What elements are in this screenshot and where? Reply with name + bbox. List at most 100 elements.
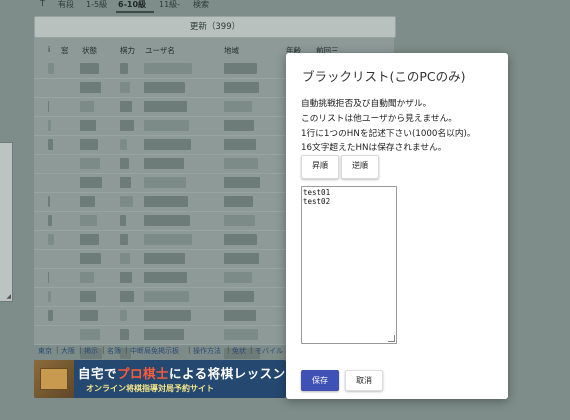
blurred-cell (224, 82, 259, 93)
blurred-cell (48, 139, 53, 150)
list-item: test02 (303, 197, 331, 206)
blacklist-dialog: ブラックリスト(このPCのみ) 自動挑戦拒否及び自動聞かザル。 このリストは他ユ… (286, 53, 508, 399)
separator: | (56, 346, 59, 354)
blurred-cell (224, 272, 252, 283)
header-region[interactable]: 地域 (224, 45, 239, 56)
footer-link[interactable]: 中断局免掲示板 (130, 346, 179, 356)
blurred-cell (120, 101, 132, 112)
blurred-cell (80, 177, 102, 188)
separator: | (188, 346, 191, 354)
blurred-cell (224, 63, 257, 74)
blurred-cell (224, 329, 258, 340)
blurred-cell (144, 253, 185, 264)
tab-search[interactable]: 検索 (193, 0, 209, 10)
footer-link[interactable]: 操作方法 (193, 346, 221, 356)
blurred-cell (80, 291, 96, 302)
blurred-cell (224, 253, 259, 264)
blurred-cell (80, 82, 101, 93)
blurred-cell (48, 310, 53, 321)
blurred-cell (120, 310, 127, 321)
blurred-cell (144, 310, 191, 321)
separator: | (79, 346, 82, 354)
blurred-cell (80, 215, 97, 226)
blurred-cell (48, 120, 51, 131)
blurred-cell (48, 196, 50, 207)
footer-link[interactable]: 掲示 (84, 346, 98, 356)
dialog-title: ブラックリスト(このPCのみ) (302, 69, 466, 84)
footer-link[interactable]: 免状 (232, 346, 246, 356)
blurred-cell (144, 196, 188, 207)
separator: | (102, 346, 105, 354)
blurred-cell (224, 158, 258, 169)
blurred-cell (144, 215, 190, 226)
resize-grip-icon[interactable] (388, 335, 395, 342)
blurred-cell (120, 63, 128, 74)
save-button[interactable]: 保存 (301, 370, 339, 391)
footer-link[interactable]: 名簿 (107, 346, 121, 356)
tab-kyu-11[interactable]: 11級- (159, 0, 180, 10)
blurred-cell (144, 120, 189, 131)
blurred-cell (120, 139, 127, 150)
blurred-cell (224, 310, 256, 321)
side-textarea[interactable]: ◢ (0, 142, 13, 302)
blurred-cell (224, 120, 254, 131)
blurred-cell (144, 101, 187, 112)
blurred-cell (224, 139, 256, 150)
blurred-cell (144, 139, 191, 150)
header-status[interactable]: 状態 (82, 45, 97, 56)
list-item: test01 (303, 188, 331, 197)
blurred-cell (144, 329, 184, 340)
description-line: 自動挑戦拒否及び自動聞かザル。 (301, 99, 432, 109)
blurred-cell (120, 215, 126, 226)
blurred-cell (224, 291, 254, 302)
blurred-cell (120, 234, 128, 245)
blurred-cell (80, 329, 100, 340)
blurred-cell (144, 63, 192, 74)
blurred-cell (120, 177, 131, 188)
footer-link[interactable]: 大阪 (61, 346, 75, 356)
header-username[interactable]: ユーザ名 (145, 45, 175, 56)
blurred-cell (224, 215, 255, 226)
blurred-cell (120, 291, 134, 302)
blurred-cell (144, 82, 185, 93)
resize-grip-icon[interactable]: ◢ (6, 293, 11, 300)
footer-link[interactable]: モバイル (255, 346, 283, 356)
blurred-cell (80, 101, 94, 112)
tab-t[interactable]: T (40, 0, 45, 8)
blurred-cell (120, 329, 129, 340)
separator: | (250, 346, 253, 354)
blurred-cell (144, 272, 187, 283)
blurred-cell (80, 120, 96, 131)
sort-descending-button[interactable]: 逆順 (341, 155, 379, 179)
sort-ascending-button[interactable]: 昇順 (301, 155, 339, 179)
footer-link[interactable]: 東京 (38, 346, 52, 356)
tab-dan[interactable]: 有段 (58, 0, 74, 10)
blacklist-textarea[interactable]: test01 test02 (301, 186, 397, 344)
blurred-cell (224, 177, 260, 188)
blurred-cell (48, 291, 51, 302)
tab-kyu-6-10[interactable]: 6-10級 (118, 0, 146, 10)
banner-subtitle: オンライン将棋指導対局予約サイト (86, 384, 214, 393)
blurred-cell (48, 272, 49, 283)
blurred-cell (120, 120, 134, 131)
blurred-cell (48, 234, 54, 245)
blurred-cell (80, 63, 99, 74)
lesson-banner[interactable]: 自宅でプロ棋士による将棋レッスン オンライン将棋指導対局予約サイト (34, 360, 286, 398)
blurred-cell (48, 63, 54, 74)
shogi-board-icon (40, 368, 68, 390)
cancel-button[interactable]: 取消 (345, 370, 383, 391)
update-button[interactable]: 更新（399） (34, 16, 396, 38)
blurred-cell (120, 158, 129, 169)
description-line: このリストは他ユーザから見えません。 (301, 113, 457, 124)
description-line: 1行に1つのHNを記述下さい(1000名以内)。 (301, 128, 476, 139)
separator: | (227, 346, 230, 354)
header-i[interactable]: i (48, 45, 50, 54)
header-window[interactable]: 窓 (61, 45, 69, 56)
blurred-cell (80, 139, 98, 150)
tab-kyu-1-5[interactable]: 1-5級 (86, 0, 107, 10)
blurred-cell (224, 234, 257, 245)
header-rating[interactable]: 棋力 (120, 45, 135, 56)
blurred-cell (80, 234, 99, 245)
blurred-cell (120, 196, 133, 207)
blurred-cell (80, 196, 95, 207)
